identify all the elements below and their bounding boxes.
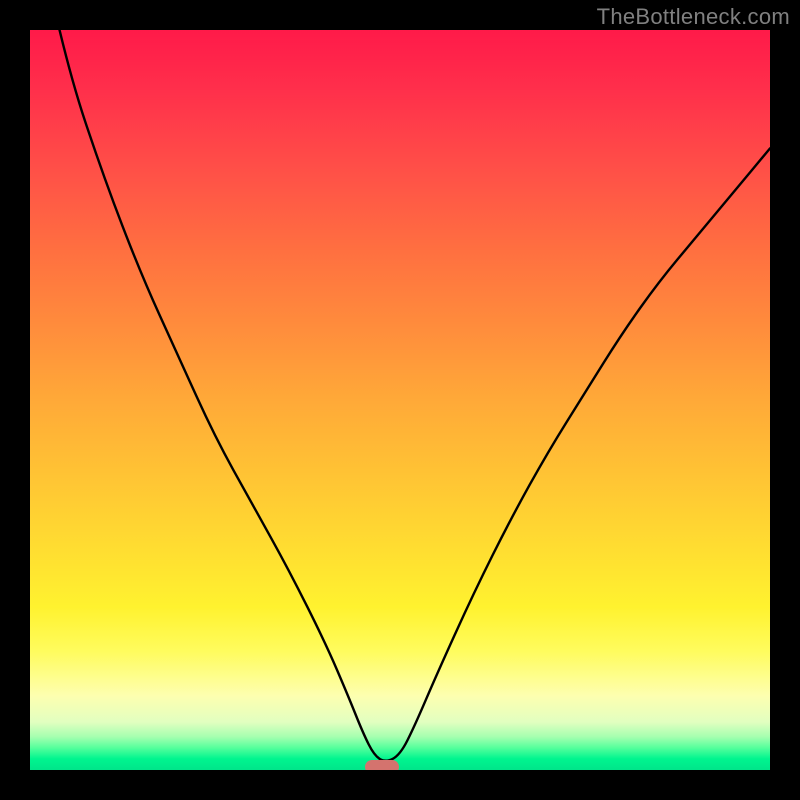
bottleneck-curve [30, 30, 770, 770]
minimum-marker [365, 760, 399, 770]
plot-area [30, 30, 770, 770]
watermark-text: TheBottleneck.com [597, 4, 790, 30]
chart-frame: TheBottleneck.com [0, 0, 800, 800]
